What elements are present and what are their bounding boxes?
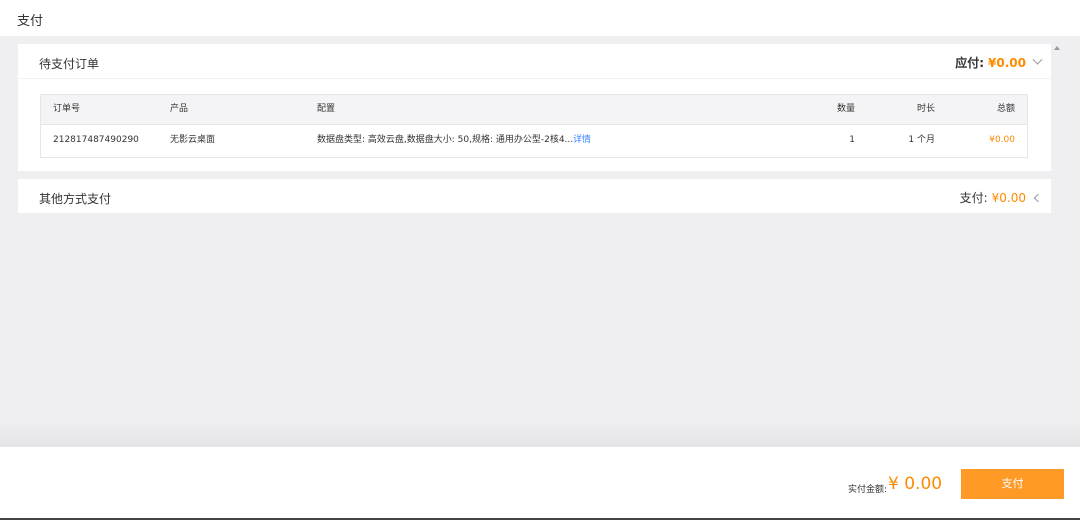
page-title: 支付 (17, 14, 44, 29)
payment-footer: 实付金额: ¥ 0.00 支付 (0, 447, 1080, 520)
footer-shadow (0, 420, 1080, 447)
column-header-total: 总额 (996, 104, 1015, 114)
column-header-order-id: 订单号 (53, 104, 81, 114)
detail-link[interactable]: 详情 (573, 125, 591, 156)
actual-payment-label: 实付金额: (848, 485, 888, 495)
actual-payment-amount: ¥ 0.00 (888, 474, 943, 494)
other-pay-label: 支付: (959, 191, 988, 205)
config-cell: 数据盘类型: 高效云盘,数据盘大小: 50,规格: 通用办公型-2核4... (317, 135, 574, 145)
top-bar: 支付 (0, 0, 1080, 36)
other-payment-title: 其他方式支付 (39, 192, 112, 206)
total-cell: ¥0.00 (989, 135, 1015, 145)
other-payment-summary: 支付: ¥0.00 (959, 189, 1043, 206)
column-header-quantity: 数量 (836, 104, 855, 114)
table-header-row: 订单号 产品 配置 数量 时长 总额 (41, 95, 1027, 125)
chevron-left-icon[interactable] (1033, 193, 1043, 202)
product-cell: 无影云桌面 (170, 135, 216, 145)
order-id-cell: 212817487490290 (53, 135, 139, 145)
scroll-up-icon[interactable] (1054, 44, 1062, 52)
column-header-duration: 时长 (916, 104, 935, 114)
column-header-product: 产品 (170, 104, 189, 114)
payable-summary: 应付: ¥0.00 (955, 54, 1043, 71)
column-header-config: 配置 (317, 104, 336, 114)
payable-amount: ¥0.00 (988, 55, 1026, 70)
table-row: 212817487490290 无影云桌面 数据盘类型: 高效云盘,数据盘大小:… (41, 125, 1027, 157)
other-payment-panel[interactable]: 其他方式支付 支付: ¥0.00 (18, 179, 1051, 213)
pending-orders-header[interactable]: 待支付订单 应付: ¥0.00 (18, 44, 1051, 79)
pay-button[interactable]: 支付 (961, 469, 1064, 499)
other-pay-amount: ¥0.00 (991, 190, 1026, 205)
duration-cell: 1 个月 (908, 135, 935, 145)
chevron-down-icon[interactable] (1032, 54, 1043, 65)
pending-orders-title: 待支付订单 (39, 57, 100, 71)
quantity-cell: 1 (849, 135, 855, 145)
other-payment-header[interactable]: 其他方式支付 支付: ¥0.00 (18, 179, 1051, 214)
pending-orders-panel: 待支付订单 应付: ¥0.00 订单号 产品 配置 数量 时长 总额 21281… (18, 44, 1051, 171)
payable-label: 应付: (955, 56, 985, 70)
orders-table: 订单号 产品 配置 数量 时长 总额 212817487490290 无影云桌面… (40, 94, 1028, 158)
